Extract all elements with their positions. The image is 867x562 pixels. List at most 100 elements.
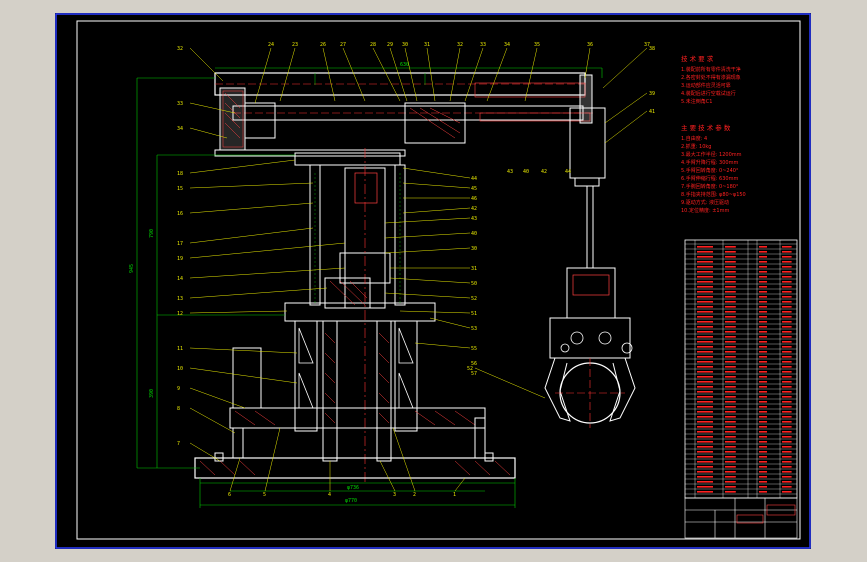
table-cell-mark	[697, 491, 713, 493]
part-label: 52	[471, 296, 477, 302]
table-cell-mark	[782, 281, 792, 283]
table-cell-mark	[725, 271, 736, 273]
table-cell-mark	[697, 476, 713, 478]
table-cell-mark	[759, 336, 767, 338]
table-cell-mark	[697, 371, 713, 373]
table-cell-mark	[725, 456, 736, 458]
table-cell-mark	[759, 481, 767, 483]
part-label: 46	[471, 196, 477, 202]
part-label: 8	[177, 406, 180, 412]
table-cell-mark	[759, 426, 767, 428]
param-line: 4.手臂升降行程: 300mm	[681, 159, 738, 166]
table-cell-mark	[759, 346, 767, 348]
table-cell-mark	[782, 376, 792, 378]
wrist-cylinder	[569, 107, 606, 268]
table-cell-mark	[759, 341, 767, 343]
table-cell-mark	[725, 411, 736, 413]
part-label: 40	[523, 169, 529, 175]
part-label: 2	[413, 492, 416, 498]
table-cell-mark	[697, 251, 713, 253]
part-label: 41	[649, 109, 655, 115]
table-cell-mark	[782, 246, 792, 248]
part-label: 27	[340, 42, 346, 48]
table-cell-mark	[697, 461, 713, 463]
table-cell-mark	[759, 411, 767, 413]
table-cell-mark	[782, 321, 792, 323]
table-cell-mark	[759, 311, 767, 313]
table-cell-mark	[725, 451, 736, 453]
table-cell-mark	[782, 426, 792, 428]
table-cell-mark	[782, 286, 792, 288]
param-line: 9.驱动方式: 液压驱动	[681, 199, 729, 206]
part-label: 13	[177, 296, 183, 302]
table-cell-mark	[782, 396, 792, 398]
table-cell-mark	[725, 371, 736, 373]
table-cell-mark	[759, 371, 767, 373]
part-label: 24	[268, 42, 274, 48]
dim-height-lower: 390	[149, 389, 155, 398]
cad-viewport[interactable]: 945 790 390 φ770 φ736 630 32 33 34 18 15…	[55, 13, 811, 549]
table-cell-mark	[697, 446, 713, 448]
part-label: 38	[649, 46, 655, 52]
table-cell-mark	[759, 276, 767, 278]
table-cell-mark	[782, 406, 792, 408]
param-line: 3.最大工作半径: 1200mm	[681, 151, 742, 158]
part-label: 1	[453, 492, 456, 498]
table-cell-mark	[725, 366, 736, 368]
table-cell-mark	[697, 426, 713, 428]
part-label: 10	[177, 366, 183, 372]
table-cell-mark	[725, 361, 736, 363]
table-cell-mark	[725, 356, 736, 358]
table-cell-mark	[725, 291, 736, 293]
table-cell-mark	[725, 351, 736, 353]
table-cell-mark	[782, 341, 792, 343]
table-cell-mark	[725, 426, 736, 428]
table-cell-mark	[759, 271, 767, 273]
part-label: 19	[177, 256, 183, 262]
part-label: 33	[480, 42, 486, 48]
table-cell-mark	[697, 331, 713, 333]
table-cell-mark	[782, 416, 792, 418]
table-cell-mark	[725, 296, 736, 298]
table-cell-mark	[782, 491, 792, 493]
table-cell-mark	[697, 341, 713, 343]
table-cell-mark	[697, 416, 713, 418]
part-label: 31	[471, 266, 477, 272]
table-cell-mark	[782, 466, 792, 468]
part-label: 17	[177, 241, 183, 247]
table-cell-mark	[697, 441, 713, 443]
part-label: 40	[471, 231, 477, 237]
table-cell-mark	[782, 441, 792, 443]
part-label: 3	[393, 492, 396, 498]
part-label: 29	[387, 42, 393, 48]
part-label: 44	[565, 169, 571, 175]
table-cell-mark	[725, 386, 736, 388]
table-cell-mark	[697, 361, 713, 363]
table-cell-mark	[759, 256, 767, 258]
table-cell-mark	[697, 266, 713, 268]
part-label: 7	[177, 441, 180, 447]
table-cell-mark	[759, 416, 767, 418]
table-cell-mark	[782, 386, 792, 388]
table-cell-mark	[725, 316, 736, 318]
table-cell-mark	[725, 281, 736, 283]
part-label: 42	[541, 169, 547, 175]
table-cell-mark	[697, 291, 713, 293]
part-label: 16	[177, 211, 183, 217]
table-cell-mark	[782, 451, 792, 453]
table-cell-mark	[782, 346, 792, 348]
table-cell-mark	[782, 261, 792, 263]
table-cell-mark	[697, 466, 713, 468]
table-cell-mark	[725, 396, 736, 398]
table-cell-mark	[782, 401, 792, 403]
table-cell-mark	[697, 406, 713, 408]
table-cell-mark	[782, 361, 792, 363]
table-cell-mark	[725, 461, 736, 463]
table-cell-mark	[782, 481, 792, 483]
table-cell-mark	[759, 281, 767, 283]
table-cell-mark	[782, 316, 792, 318]
part-label: 42	[471, 206, 477, 212]
table-cell-mark	[725, 326, 736, 328]
table-cell-mark	[782, 471, 792, 473]
table-cell-mark	[782, 311, 792, 313]
